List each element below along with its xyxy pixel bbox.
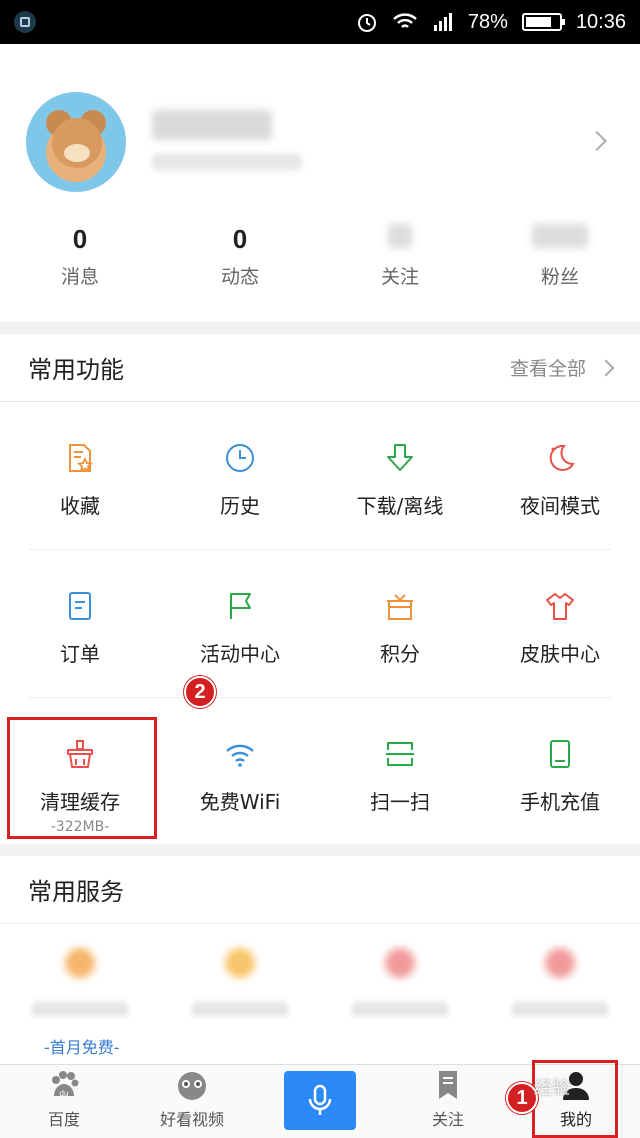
service-label-blurred: [352, 1002, 448, 1016]
step-badge-2: 2: [184, 676, 216, 708]
service-item-blurred[interactable]: [160, 948, 320, 1016]
shirt-icon: [544, 590, 576, 626]
function-item[interactable]: 下载/离线: [320, 402, 480, 549]
stat-label: 粉丝: [540, 266, 579, 288]
function-label: 夜间模式: [520, 494, 600, 518]
promo-label: -首月免费-: [44, 1038, 120, 1057]
function-item[interactable]: 手机充值: [480, 698, 640, 845]
service-icon-blurred: [65, 948, 95, 978]
service-label-blurred: [32, 1002, 128, 1016]
function-label: 历史: [220, 494, 260, 518]
view-all-label: 查看全部: [509, 358, 586, 380]
function-label: 扫一扫: [370, 790, 430, 814]
section-title: 常用功能: [28, 356, 124, 384]
service-item-blurred[interactable]: [0, 948, 160, 1016]
download-icon: [384, 442, 416, 478]
microphone-icon: [308, 1084, 332, 1115]
alarm-icon: [357, 14, 376, 32]
function-label: 积分: [380, 642, 420, 666]
screenshot-notification-icon: [14, 11, 36, 33]
function-item[interactable]: 历史: [160, 402, 320, 549]
tab-label: 好看视频: [159, 1110, 224, 1129]
history-clock-icon: [224, 442, 256, 478]
function-label: 收藏: [60, 494, 100, 518]
tab-label: 关注: [431, 1110, 464, 1129]
wifi-icon: [224, 738, 256, 774]
night-mode-icon: [544, 442, 576, 478]
stat-value: 0: [232, 224, 248, 254]
avatar[interactable]: [26, 92, 126, 192]
function-label: 皮肤中心: [520, 642, 600, 666]
section-title: 常用服务: [28, 878, 124, 906]
function-item[interactable]: 收藏: [0, 402, 160, 549]
function-item[interactable]: 夜间模式: [480, 402, 640, 549]
bookmark-icon: [439, 1071, 457, 1099]
stat-label: 动态: [220, 266, 259, 288]
tab-label: 百度: [47, 1110, 80, 1129]
stat-value-blurred: [320, 224, 480, 258]
service-item-blurred[interactable]: [320, 948, 480, 1016]
stat-activity[interactable]: 0 动态: [160, 224, 320, 289]
chevron-right-icon: [597, 359, 615, 376]
stats-row: 0 消息 0 动态 关注 粉丝: [0, 224, 640, 289]
service-icon-blurred: [545, 948, 575, 978]
tab-follow[interactable]: 关注: [384, 1065, 512, 1138]
stat-messages[interactable]: 0 消息: [0, 224, 160, 289]
function-label: 手机充值: [520, 790, 600, 814]
service-item-blurred[interactable]: [480, 948, 640, 1016]
username-blurred: [152, 110, 272, 140]
watermark: 经验: [534, 1078, 570, 1098]
stat-label: 关注: [380, 266, 419, 288]
wifi-status-icon: [393, 13, 417, 28]
stat-label: 消息: [60, 266, 99, 288]
highlight-clear-cache: [7, 717, 157, 839]
function-item[interactable]: 皮肤中心: [480, 550, 640, 697]
service-icon-blurred: [225, 948, 255, 978]
svg-text:du: du: [60, 1089, 69, 1098]
flag-icon: [224, 590, 256, 626]
service-icon-blurred: [385, 948, 415, 978]
status-bar: 78% 10:36: [0, 0, 640, 44]
function-label: 订单: [60, 642, 100, 666]
function-item[interactable]: 活动中心: [160, 550, 320, 697]
baidu-paw-icon: du: [52, 1071, 79, 1098]
view-all-link[interactable]: 查看全部: [509, 354, 615, 381]
battery-percent: 78%: [467, 10, 508, 33]
stat-following[interactable]: 关注: [320, 224, 480, 289]
order-icon: [64, 590, 96, 626]
phone-recharge-icon: [544, 738, 576, 774]
service-label-blurred: [512, 1002, 608, 1016]
battery-icon: [521, 13, 565, 31]
function-item[interactable]: 免费WiFi: [160, 698, 320, 845]
tab-haokan-video[interactable]: 好看视频: [128, 1065, 256, 1138]
favorite-icon: [64, 442, 96, 478]
function-item[interactable]: 扫一扫: [320, 698, 480, 845]
stat-value-blurred: [480, 224, 640, 258]
stat-value: 0: [72, 224, 88, 254]
function-label: 活动中心: [200, 642, 280, 666]
stat-followers[interactable]: 粉丝: [480, 224, 640, 289]
voice-search-button[interactable]: [256, 1065, 384, 1138]
tab-baidu[interactable]: du 百度: [0, 1065, 128, 1138]
service-label-blurred: [192, 1002, 288, 1016]
clock: 10:36: [575, 10, 626, 33]
function-item[interactable]: 订单: [0, 550, 160, 697]
video-face-icon: [178, 1072, 206, 1100]
chevron-right-icon[interactable]: [587, 131, 607, 151]
common-services-section: 常用服务 -首月免费-: [0, 856, 640, 1064]
profile-card[interactable]: 0 消息 0 动态 关注 粉丝: [0, 44, 640, 322]
user-info-blurred: [152, 154, 302, 170]
scan-icon: [384, 738, 416, 774]
function-label: 免费WiFi: [199, 790, 281, 814]
function-item[interactable]: 积分: [320, 550, 480, 697]
function-label: 下载/离线: [356, 494, 444, 518]
signal-icon: [433, 13, 452, 31]
gift-icon: [384, 590, 416, 626]
